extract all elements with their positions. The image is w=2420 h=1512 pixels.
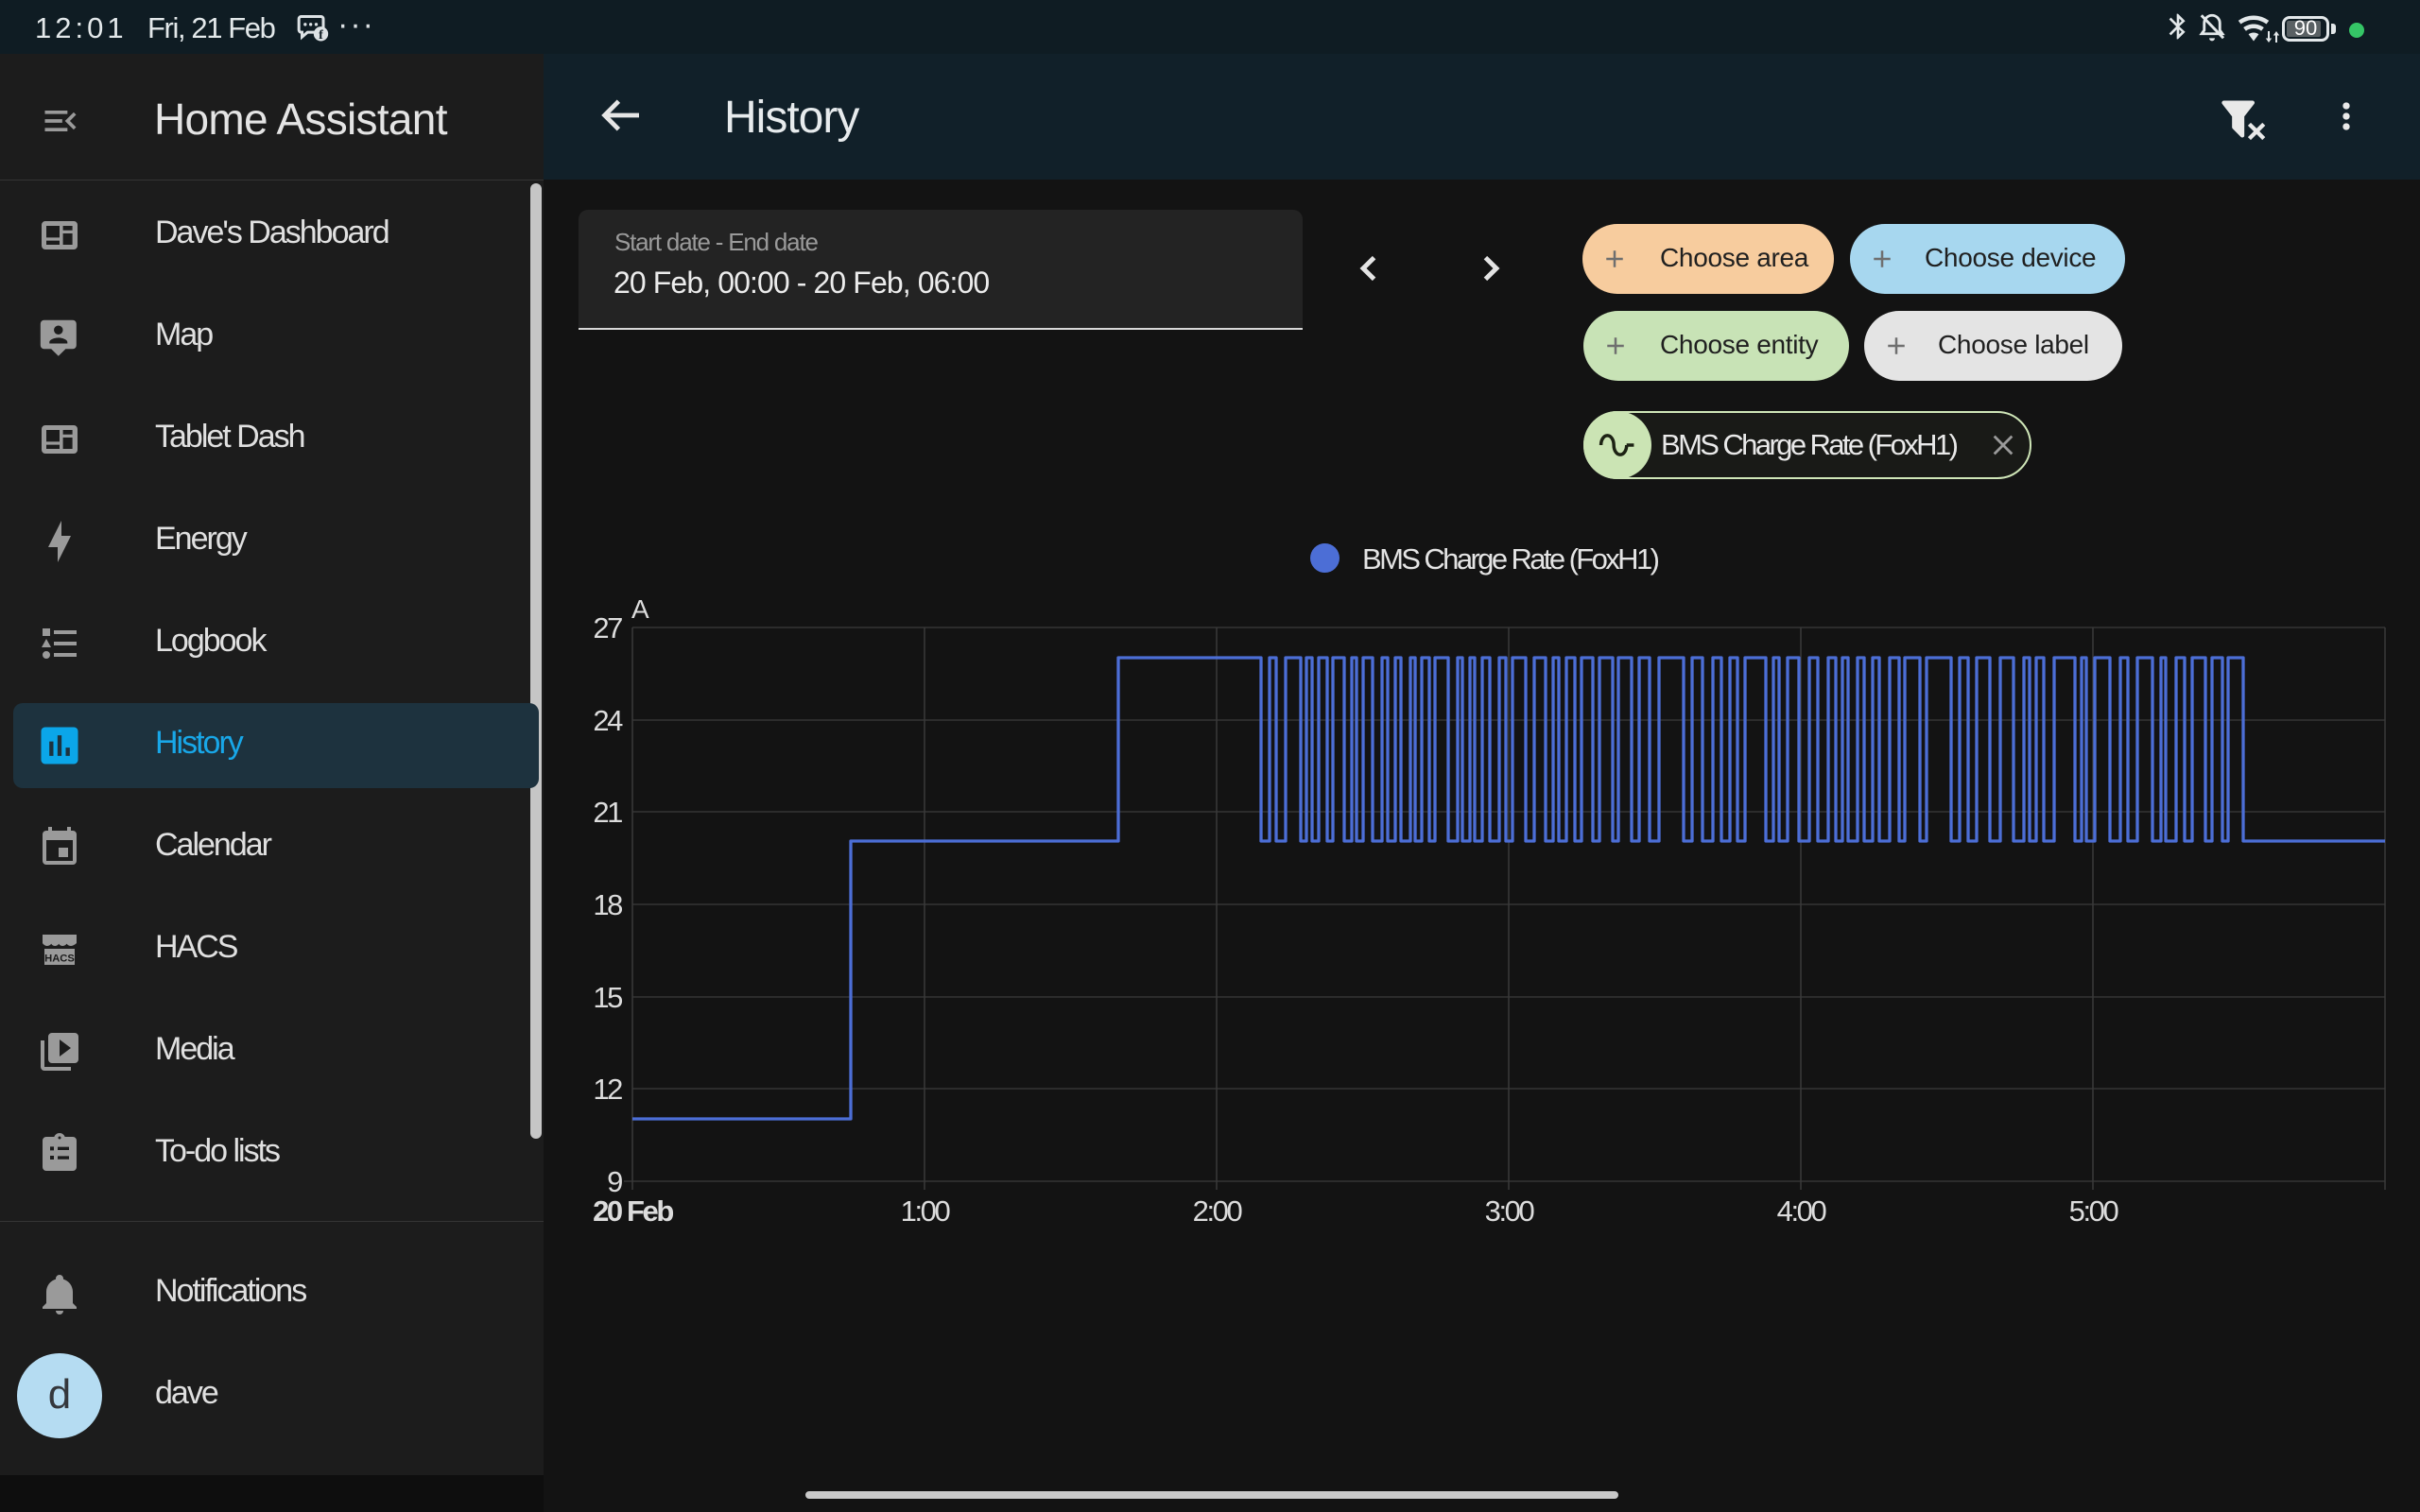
svg-text:HACS: HACS bbox=[44, 954, 75, 965]
svg-text:2:00: 2:00 bbox=[1193, 1194, 1243, 1228]
svg-text:5:00: 5:00 bbox=[2069, 1194, 2119, 1228]
svg-text:A: A bbox=[631, 594, 649, 624]
svg-text:12: 12 bbox=[593, 1073, 622, 1106]
svg-text:3:00: 3:00 bbox=[1485, 1194, 1535, 1228]
svg-text:18: 18 bbox=[593, 888, 622, 921]
svg-text:20 Feb: 20 Feb bbox=[593, 1194, 673, 1228]
svg-text:f: f bbox=[319, 27, 323, 43]
svg-text:4:00: 4:00 bbox=[1777, 1194, 1827, 1228]
svg-text:9: 9 bbox=[607, 1165, 622, 1198]
svg-text:27: 27 bbox=[593, 611, 622, 644]
svg-text:15: 15 bbox=[593, 981, 622, 1014]
svg-text:21: 21 bbox=[593, 796, 622, 829]
svg-text:24: 24 bbox=[593, 704, 623, 737]
svg-text:1:00: 1:00 bbox=[901, 1194, 951, 1228]
